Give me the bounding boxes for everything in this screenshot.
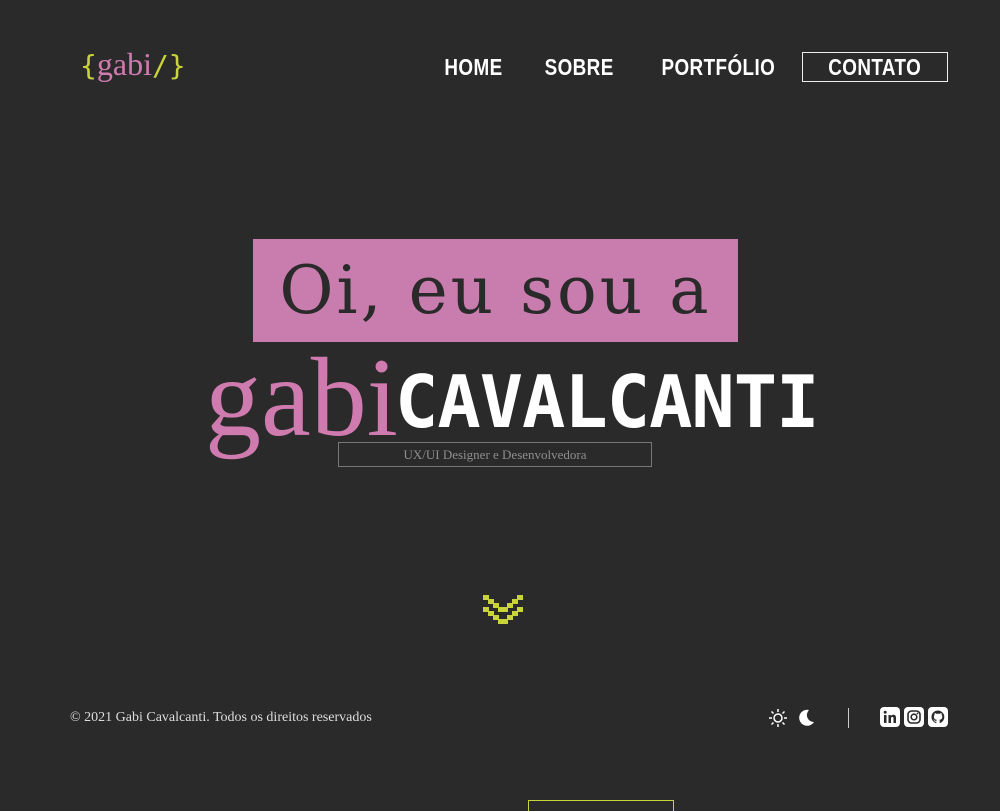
nav-contato-button[interactable]: CONTATO bbox=[802, 52, 948, 82]
hero-greeting: Oi, eu sou a bbox=[279, 252, 712, 329]
scroll-down-button[interactable] bbox=[483, 593, 523, 630]
nav-portfolio[interactable]: PORTFÓLIO bbox=[662, 52, 776, 82]
hero-first-name: gabi bbox=[205, 336, 398, 460]
logo-close-bracket: /} bbox=[151, 49, 186, 82]
sun-icon[interactable] bbox=[768, 708, 788, 728]
hero-role: UX/UI Designer e Desenvolvedora bbox=[338, 442, 652, 467]
github-icon[interactable] bbox=[928, 707, 948, 727]
theme-toggle bbox=[768, 708, 816, 728]
nav-home[interactable]: HOME bbox=[444, 52, 502, 82]
chevron-down-icon bbox=[483, 595, 523, 624]
hero-last-name: CAVALCANTI bbox=[395, 360, 819, 444]
logo-open-bracket: { bbox=[80, 49, 97, 82]
logo[interactable]: {gabi/} bbox=[80, 44, 186, 86]
linkedin-icon[interactable] bbox=[880, 707, 900, 727]
logo-name: gabi bbox=[96, 46, 152, 82]
moon-icon[interactable] bbox=[796, 708, 816, 728]
nav-contato-label: CONTATO bbox=[828, 54, 922, 80]
social-links bbox=[880, 707, 948, 727]
copyright-text: © 2021 Gabi Cavalcanti. Todos os direito… bbox=[70, 710, 372, 725]
footer-divider bbox=[848, 708, 849, 728]
main-nav: HOME SOBRE PORTFÓLIO CONTATO bbox=[410, 52, 948, 82]
nav-sobre[interactable]: SOBRE bbox=[545, 52, 614, 82]
instagram-icon[interactable] bbox=[904, 707, 924, 727]
